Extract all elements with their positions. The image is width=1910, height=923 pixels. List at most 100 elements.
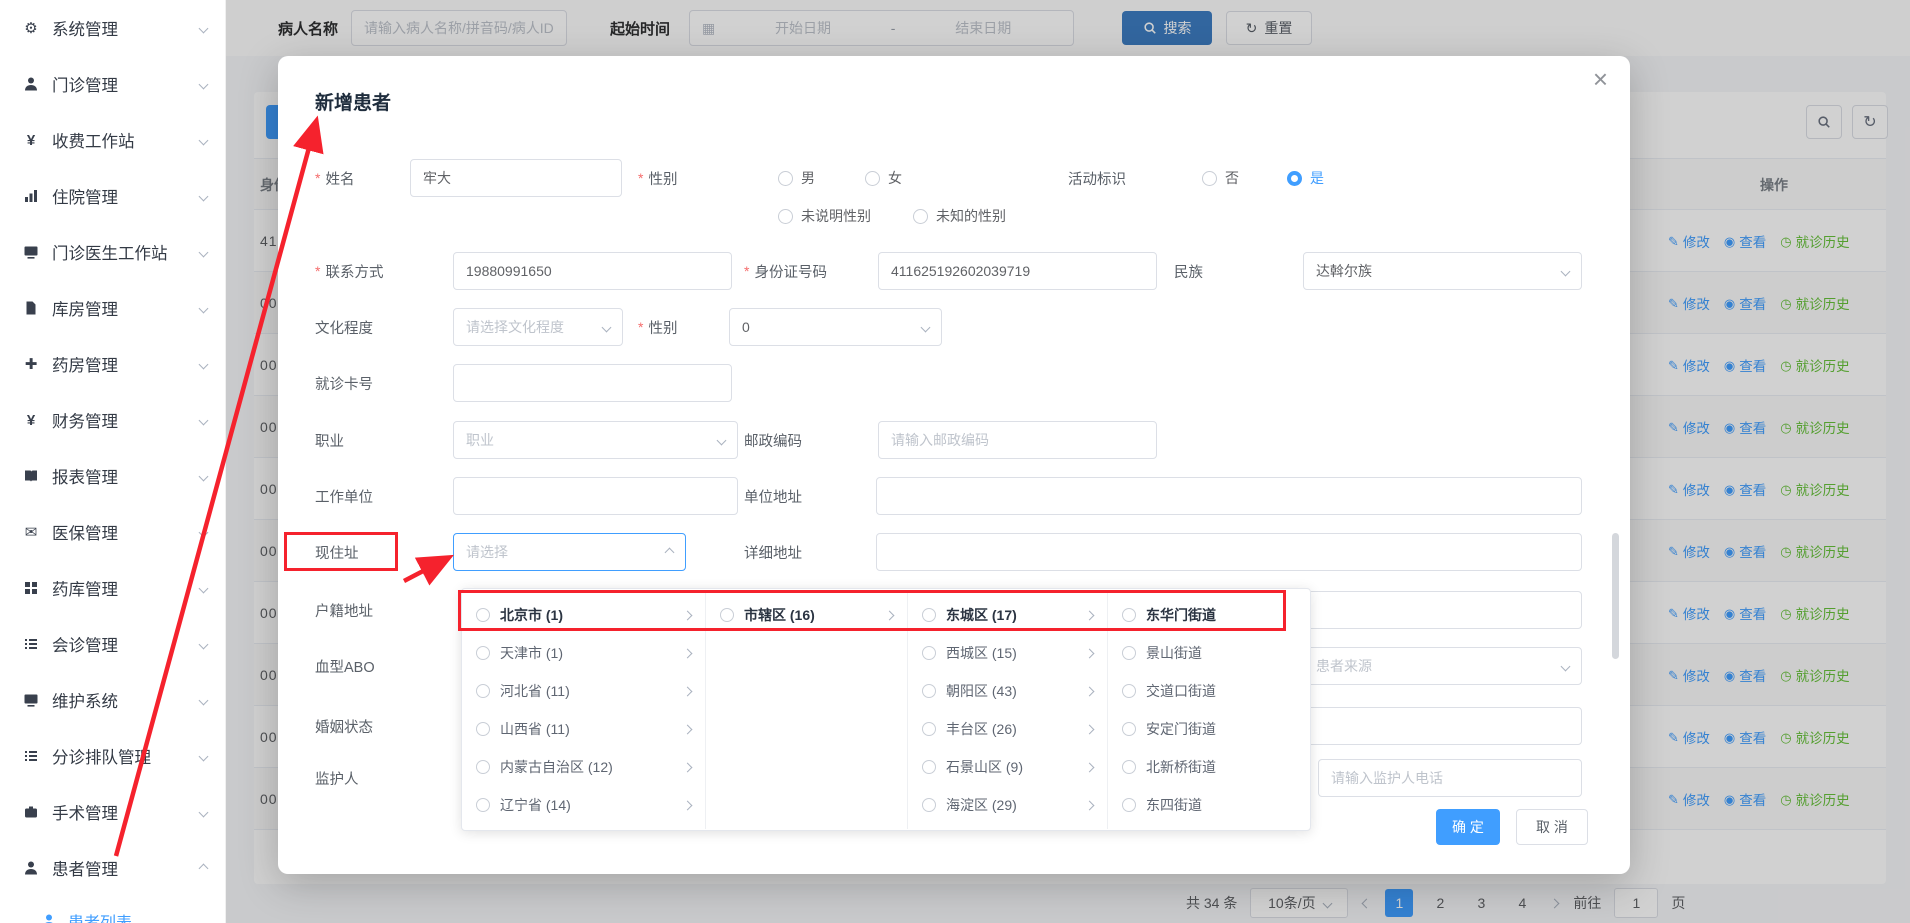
occupation-select[interactable]: 职业: [453, 421, 738, 459]
sidebar-item-drug-store[interactable]: 药库管理: [0, 560, 225, 616]
chevron-up-icon: [665, 547, 675, 557]
sidebar-item-insurance[interactable]: ✉ 医保管理: [0, 504, 225, 560]
radio-icon: [476, 646, 490, 660]
cascader-item-donghuamen[interactable]: 东华门街道: [1108, 596, 1312, 634]
sidebar-item-finance[interactable]: ¥ 财务管理: [0, 392, 225, 448]
sidebar-item-patient-list[interactable]: 患者列表: [0, 896, 225, 923]
active-flag-label: 活动标识: [1068, 159, 1126, 197]
sidebar-item-outpatient[interactable]: 门诊管理: [0, 56, 225, 112]
visit-card-input[interactable]: [453, 364, 732, 402]
chevron-down-icon: [199, 751, 209, 761]
id-number-input[interactable]: [878, 252, 1157, 290]
cascader-item-beixinqiao[interactable]: 北新桥街道: [1108, 748, 1312, 786]
current-address-cascader-select[interactable]: 请选择: [453, 533, 686, 571]
contact-label: 联系方式: [315, 252, 383, 290]
cascader-item-shijingshan[interactable]: 石景山区 (9): [908, 748, 1107, 786]
sidebar-item-warehouse[interactable]: 库房管理: [0, 280, 225, 336]
chevron-down-icon: [921, 322, 931, 332]
cascader-item-neimenggu[interactable]: 内蒙古自治区 (12): [462, 748, 705, 786]
cascader-item-shanxi[interactable]: 山西省 (11): [462, 710, 705, 748]
work-unit-input[interactable]: [453, 477, 738, 515]
gender-unstated-radio[interactable]: 未说明性别: [778, 206, 871, 226]
person-icon: [40, 912, 58, 923]
sidebar-item-charging[interactable]: ¥ 收费工作站: [0, 112, 225, 168]
app-window: ⚙ 系统管理 门诊管理 ¥ 收费工作站 住院管理 门诊医生工作站 库房管理: [0, 0, 1910, 923]
sidebar-item-label: 住院管理: [52, 184, 118, 208]
sidebar-item-triage-queue[interactable]: 分诊排队管理: [0, 728, 225, 784]
chevron-down-icon: [199, 471, 209, 481]
guardian-phone-input[interactable]: [1318, 759, 1582, 797]
radio-icon: [778, 209, 793, 224]
chevron-right-icon: [683, 762, 693, 772]
name-input[interactable]: [410, 159, 622, 197]
cascader-street-column: 东华门街道 景山街道 交道口街道 安定门街道 北新桥街道 东四街道: [1108, 590, 1312, 829]
unit-address-input[interactable]: [876, 477, 1582, 515]
active-no-radio[interactable]: 否: [1202, 168, 1239, 188]
detail-address-input[interactable]: [876, 533, 1582, 571]
sidebar-item-inpatient[interactable]: 住院管理: [0, 168, 225, 224]
cascader-item-beijing[interactable]: 北京市 (1): [462, 596, 705, 634]
chevron-down-icon: [199, 415, 209, 425]
cascader-item-chaoyang[interactable]: 朝阳区 (43): [908, 672, 1107, 710]
chevron-right-icon: [1085, 686, 1095, 696]
radio-icon: [778, 171, 793, 186]
cancel-button[interactable]: 取 消: [1516, 809, 1588, 845]
sidebar-item-pharmacy[interactable]: ✚ 药房管理: [0, 336, 225, 392]
cascader-item-haidian[interactable]: 海淀区 (29): [908, 786, 1107, 824]
cascader-item-liaoning[interactable]: 辽宁省 (14): [462, 786, 705, 824]
cascader-item-dongcheng[interactable]: 东城区 (17): [908, 596, 1107, 634]
sidebar-item-label: 会诊管理: [52, 632, 118, 656]
yen-icon: ¥: [22, 411, 40, 429]
document-icon: [22, 299, 40, 317]
cascader-item-tianjin[interactable]: 天津市 (1): [462, 634, 705, 672]
unit-address-label: 单位地址: [744, 477, 802, 515]
blood-type-label: 血型ABO: [315, 647, 375, 685]
gender-male-radio[interactable]: 男: [778, 168, 815, 188]
sidebar-item-system[interactable]: ⚙ 系统管理: [0, 0, 225, 56]
chevron-down-icon: [199, 135, 209, 145]
radio-icon: [922, 722, 936, 736]
gender-label: 性别: [638, 159, 677, 197]
cascader-province-column: 北京市 (1) 天津市 (1) 河北省 (11) 山西省 (11) 内蒙古自治区…: [462, 590, 706, 829]
chevron-down-icon: [199, 191, 209, 201]
gender2-select[interactable]: 0: [729, 308, 942, 346]
cascader-item-andingmen[interactable]: 安定门街道: [1108, 710, 1312, 748]
gender-female-radio[interactable]: 女: [865, 168, 902, 188]
active-yes-radio[interactable]: 是: [1287, 168, 1324, 188]
chevron-down-icon: [199, 247, 209, 257]
sidebar-item-maintenance[interactable]: 维护系统: [0, 672, 225, 728]
cascader-item-shixiaqu[interactable]: 市辖区 (16): [706, 596, 907, 634]
sidebar-item-outpatient-doctor[interactable]: 门诊医生工作站: [0, 224, 225, 280]
cascader-item-jingshan[interactable]: 景山街道: [1108, 634, 1312, 672]
chevron-down-icon: [717, 435, 727, 445]
contact-input[interactable]: [453, 252, 732, 290]
kit-icon: [22, 803, 40, 821]
modal-scrollbar[interactable]: [1612, 533, 1619, 659]
gender-unknown-radio[interactable]: 未知的性别: [913, 206, 1006, 226]
postal-input[interactable]: [878, 421, 1157, 459]
cascader-item-jiaodaokou[interactable]: 交道口街道: [1108, 672, 1312, 710]
mail-icon: ✉: [22, 523, 40, 541]
ethnicity-select[interactable]: 达斡尔族: [1303, 252, 1582, 290]
yen-icon: ¥: [22, 131, 40, 149]
confirm-button[interactable]: 确 定: [1436, 809, 1500, 845]
cascader-item-xicheng[interactable]: 西城区 (15): [908, 634, 1107, 672]
patient-source-select[interactable]: 患者来源: [1303, 647, 1582, 685]
c ascader-item-dongsi[interactable]: 东四街道: [1108, 786, 1312, 824]
sidebar-item-consultation[interactable]: 会诊管理: [0, 616, 225, 672]
sidebar-item-report[interactable]: 报表管理: [0, 448, 225, 504]
sidebar-item-label: 医保管理: [52, 520, 118, 544]
radio-icon: [1122, 608, 1136, 622]
sidebar-item-patient[interactable]: 患者管理: [0, 840, 225, 896]
chevron-right-icon: [683, 686, 693, 696]
chevron-right-icon: [683, 800, 693, 810]
cascader-item-hebei[interactable]: 河北省 (11): [462, 672, 705, 710]
chevron-down-icon: [199, 695, 209, 705]
close-icon[interactable]: ×: [1593, 66, 1608, 92]
education-select[interactable]: 请选择文化程度: [453, 308, 623, 346]
sidebar-item-surgery[interactable]: 手术管理: [0, 784, 225, 840]
cascader-item-fengtai[interactable]: 丰台区 (26): [908, 710, 1107, 748]
ethnicity-label: 民族: [1174, 252, 1203, 290]
chevron-down-icon: [199, 583, 209, 593]
sidebar: ⚙ 系统管理 门诊管理 ¥ 收费工作站 住院管理 门诊医生工作站 库房管理: [0, 0, 226, 923]
